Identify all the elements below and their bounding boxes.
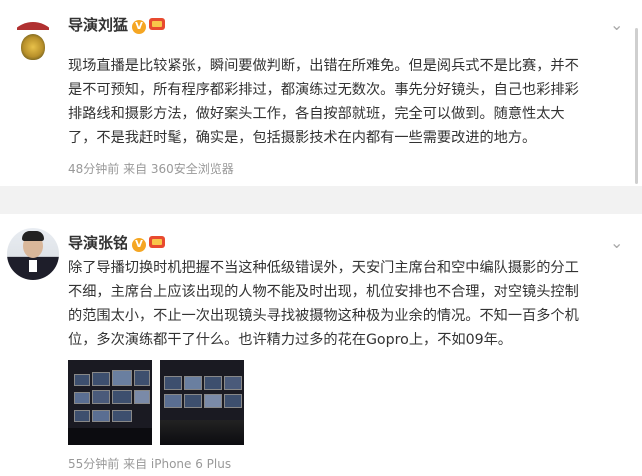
image-detail (92, 372, 110, 386)
member-crown-icon (149, 236, 166, 248)
post-text: 现场直播是比较紧张，瞬间要做判断，出错在所难免。但是阅兵式不是比赛，并不 是不可… (68, 54, 628, 150)
post-image-thumbnail[interactable] (68, 360, 152, 445)
image-detail (134, 370, 150, 386)
author-name-text[interactable]: 导演张铭 (68, 234, 128, 252)
post-text-line: 是不可预知，所有程序都彩排过，都演练过无数次。事先分好镜头，自己也彩排彩 (68, 82, 579, 98)
image-detail (224, 376, 242, 390)
post-author-name[interactable]: 导演张铭 V (68, 232, 166, 253)
verified-badge-icon: V (132, 238, 147, 252)
image-detail (92, 390, 110, 404)
scrollbar[interactable] (635, 28, 638, 184)
image-detail (164, 394, 182, 408)
post-text-line: 除了导播切换时机把握不当这种低级错误外，天安门主席台和空中编队摄影的分工 (68, 260, 579, 276)
post-meta[interactable]: 48分钟前 来自 360安全浏览器 (68, 160, 234, 177)
avatar[interactable] (7, 228, 59, 280)
image-detail (74, 374, 90, 386)
image-detail (68, 428, 152, 445)
post-meta[interactable]: 55分钟前 来自 iPhone 6 Plus (68, 455, 231, 472)
avatar-hair (22, 231, 44, 241)
image-detail (204, 394, 222, 408)
chevron-down-icon[interactable]: ⌄ (610, 17, 624, 33)
author-name-text[interactable]: 导演刘猛 (68, 16, 128, 34)
verified-badge-icon: V (132, 20, 147, 34)
image-detail (204, 376, 222, 390)
image-detail (224, 394, 242, 408)
image-detail (112, 390, 132, 404)
member-crown-icon (149, 18, 166, 30)
post-text-line: 排路线和摄影方法，做好案头工作，各自按部就班，完全可以做到。随意性太大 (68, 106, 565, 122)
avatar[interactable] (7, 22, 59, 74)
avatar-shirt (29, 260, 37, 272)
image-detail (164, 376, 182, 390)
post-text: 除了导播切换时机把握不当这种低级错误外，天安门主席台和空中编队摄影的分工 不细，… (68, 256, 628, 352)
image-detail (184, 394, 202, 408)
image-detail (184, 376, 202, 390)
post-text-line: 不细，主席台上应该出现的人物不能及时出现，机位安排也不合理，对空镜头控制 (68, 284, 579, 300)
image-detail (112, 370, 132, 386)
image-detail (74, 392, 90, 404)
chevron-down-icon[interactable]: ⌄ (610, 235, 624, 251)
post-image-thumbnail[interactable] (160, 360, 244, 445)
post-text-line: 位，多次演练都干了什么。也许精力过多的花在Gopro上，不如09年。 (68, 332, 512, 348)
post-text-line: 的范围太小，不止一次出现镜头寻找被摄物这种极为业余的情况。不知一百多个机 (68, 308, 579, 324)
image-detail (112, 410, 132, 422)
image-detail (134, 390, 150, 404)
avatar-ribbon-decor (17, 22, 49, 30)
post-text-line: 了，不是我赶时髦，确实是，包括摄影技术在内都有一些需要改进的地方。 (68, 130, 537, 146)
image-detail (160, 420, 244, 445)
image-detail (92, 410, 110, 422)
post-text-line: 现场直播是比较紧张，瞬间要做判断，出错在所难免。但是阅兵式不是比赛，并不 (68, 58, 579, 74)
avatar-emblem (21, 34, 45, 60)
post-author-name[interactable]: 导演刘猛 V (68, 14, 166, 35)
image-detail (74, 410, 90, 422)
